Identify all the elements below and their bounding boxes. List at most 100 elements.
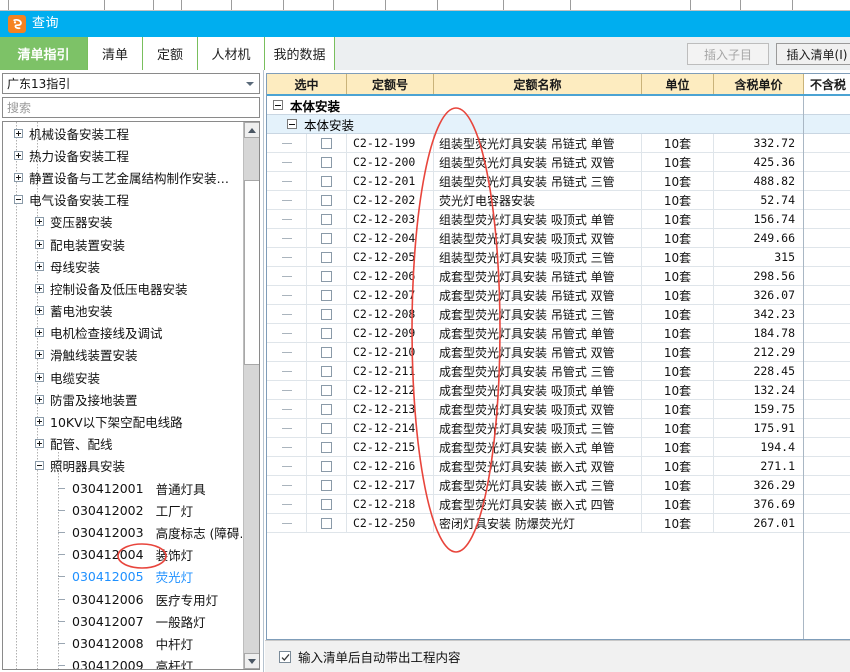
table-row[interactable]: C2-12-217 成套型荧光灯具安装 嵌入式 三管 10套 326.29 <box>267 476 850 495</box>
tree-scrollbar[interactable] <box>243 122 259 669</box>
group-collapse-icon[interactable] <box>273 100 283 110</box>
tree-item[interactable]: 母线安装 <box>3 255 242 277</box>
tree-expand-icon[interactable] <box>35 217 44 227</box>
row-select-checkbox[interactable] <box>307 381 347 399</box>
grid-group-row[interactable]: 本体安装 <box>267 115 850 134</box>
table-row[interactable]: C2-12-210 成套型荧光灯具安装 吊管式 双管 10套 212.29 <box>267 343 850 362</box>
tree-item[interactable]: 蓄电池安装 <box>3 300 242 322</box>
row-select-checkbox[interactable] <box>307 153 347 171</box>
tree-item[interactable]: 控制设备及低压电器安装 <box>3 277 242 299</box>
group-collapse-icon[interactable] <box>287 119 297 129</box>
row-select-checkbox[interactable] <box>307 476 347 494</box>
grid-column-header-select[interactable]: 选中 <box>267 74 347 94</box>
tree-expand-icon[interactable] <box>35 306 44 316</box>
tree-item[interactable]: 滑触线装置安装 <box>3 344 242 366</box>
tree-item[interactable]: 配管、配线 <box>3 433 242 455</box>
tree-item[interactable]: 机械设备安装工程 <box>3 122 242 144</box>
row-select-checkbox[interactable] <box>307 172 347 190</box>
table-row[interactable]: C2-12-208 成套型荧光灯具安装 吊链式 三管 10套 342.23 <box>267 305 850 324</box>
row-select-checkbox[interactable] <box>307 362 347 380</box>
tree-expand-icon[interactable] <box>35 350 44 360</box>
tree-expand-icon[interactable] <box>35 394 44 404</box>
table-row[interactable]: C2-12-212 成套型荧光灯具安装 吸顶式 单管 10套 132.24 <box>267 381 850 400</box>
row-select-checkbox[interactable] <box>307 229 347 247</box>
row-select-checkbox[interactable] <box>307 514 347 532</box>
table-row[interactable]: C2-12-206 成套型荧光灯具安装 吊链式 单管 10套 298.56 <box>267 267 850 286</box>
tree-item[interactable]: 030412006 医疗专用灯 <box>3 588 242 610</box>
row-select-checkbox[interactable] <box>307 419 347 437</box>
row-select-checkbox[interactable] <box>307 286 347 304</box>
tab-qingdan[interactable]: 清单 <box>88 37 143 70</box>
table-row[interactable]: C2-12-207 成套型荧光灯具安装 吊链式 双管 10套 326.07 <box>267 286 850 305</box>
tree-expand-icon[interactable] <box>35 239 44 249</box>
tab-dinge[interactable]: 定额 <box>143 37 198 70</box>
tree-item[interactable]: 电缆安装 <box>3 366 242 388</box>
table-row[interactable]: C2-12-218 成套型荧光灯具安装 嵌入式 四管 10套 376.69 <box>267 495 850 514</box>
grid-column-header-name[interactable]: 定额名称 <box>434 74 642 94</box>
library-select[interactable]: 广东13指引 <box>2 73 260 94</box>
table-row[interactable]: C2-12-216 成套型荧光灯具安装 嵌入式 双管 10套 271.1 <box>267 457 850 476</box>
tree-item[interactable]: 030412009 高杆灯 <box>3 655 242 669</box>
grid-column-header-price[interactable]: 含税单价 <box>714 74 804 94</box>
row-select-checkbox[interactable] <box>307 438 347 456</box>
tab-rencaiji[interactable]: 人材机 <box>198 37 265 70</box>
tree-collapse-icon[interactable] <box>14 195 23 205</box>
tree-expand-icon[interactable] <box>14 150 23 160</box>
row-select-checkbox[interactable] <box>307 343 347 361</box>
table-row[interactable]: C2-12-200 组装型荧光灯具安装 吊链式 双管 10套 425.36 <box>267 153 850 172</box>
tree-item[interactable]: 电机检查接线及调试 <box>3 322 242 344</box>
tree-expand-icon[interactable] <box>14 128 23 138</box>
tree-scrollbar-thumb[interactable] <box>244 180 259 365</box>
row-select-checkbox[interactable] <box>307 324 347 342</box>
tree-item[interactable]: 030412005 荧光灯 <box>3 566 242 588</box>
row-select-checkbox[interactable] <box>307 210 347 228</box>
tree-item[interactable]: 030412008 中杆灯 <box>3 632 242 654</box>
row-select-checkbox[interactable] <box>307 305 347 323</box>
grid-column-header-netprice[interactable]: 不含税 <box>804 74 850 94</box>
table-row[interactable]: C2-12-209 成套型荧光灯具安装 吊管式 单管 10套 184.78 <box>267 324 850 343</box>
tree-expand-icon[interactable] <box>35 417 44 427</box>
tree-item[interactable]: 热力设备安装工程 <box>3 144 242 166</box>
row-select-checkbox[interactable] <box>307 248 347 266</box>
category-tree[interactable]: 机械设备安装工程 热力设备安装工程 静置设备与工艺金属结构制作安装… 电气设备安装工程… <box>3 122 242 669</box>
tree-item[interactable]: 030412004 装饰灯 <box>3 544 242 566</box>
table-row[interactable]: C2-12-213 成套型荧光灯具安装 吸顶式 双管 10套 159.75 <box>267 400 850 419</box>
tree-expand-icon[interactable] <box>35 328 44 338</box>
tree-item[interactable]: 030412001 普通灯具 <box>3 477 242 499</box>
grid-column-header-unit[interactable]: 单位 <box>642 74 714 94</box>
table-row[interactable]: C2-12-205 组装型荧光灯具安装 吸顶式 三管 10套 315 <box>267 248 850 267</box>
insert-list-button[interactable]: 插入清单(I) <box>776 43 850 65</box>
grid-body[interactable]: C2-12-199 组装型荧光灯具安装 吊链式 单管 10套 332.72 C2-12-… <box>267 134 850 533</box>
tree-item[interactable]: 10KV以下架空配电线路 <box>3 410 242 432</box>
insert-subitem-button[interactable]: 插入子目 <box>687 43 769 65</box>
row-select-checkbox[interactable] <box>307 457 347 475</box>
search-input[interactable]: 搜索 <box>2 97 260 118</box>
table-row[interactable]: C2-12-202 荧光灯电容器安装 10套 52.74 <box>267 191 850 210</box>
tree-expand-icon[interactable] <box>35 283 44 293</box>
tree-item[interactable]: 配电装置安装 <box>3 233 242 255</box>
auto-fill-checkbox[interactable] <box>279 650 291 663</box>
tree-scroll-down-button[interactable] <box>244 653 259 669</box>
tree-expand-icon[interactable] <box>35 261 44 271</box>
tree-expand-icon[interactable] <box>14 172 23 182</box>
tab-wodeshuju[interactable]: 我的数据 <box>265 37 335 70</box>
tree-item[interactable]: 变压器安装 <box>3 211 242 233</box>
tree-item[interactable]: 030412003 高度标志 (障碍… <box>3 521 242 543</box>
grid-column-header-code[interactable]: 定额号 <box>347 74 434 94</box>
row-select-checkbox[interactable] <box>307 134 347 152</box>
table-row[interactable]: C2-12-203 组装型荧光灯具安装 吸顶式 单管 10套 156.74 <box>267 210 850 229</box>
tree-expand-icon[interactable] <box>35 372 44 382</box>
grid-group-row[interactable]: 本体安装 <box>267 96 850 115</box>
table-row[interactable]: C2-12-214 成套型荧光灯具安装 吸顶式 三管 10套 175.91 <box>267 419 850 438</box>
table-row[interactable]: C2-12-204 组装型荧光灯具安装 吸顶式 双管 10套 249.66 <box>267 229 850 248</box>
tab-qingdan-zhiyin[interactable]: 清单指引 <box>0 37 88 70</box>
table-row[interactable]: C2-12-211 成套型荧光灯具安装 吊管式 三管 10套 228.45 <box>267 362 850 381</box>
tree-expand-icon[interactable] <box>35 439 44 449</box>
row-select-checkbox[interactable] <box>307 495 347 513</box>
table-row[interactable]: C2-12-199 组装型荧光灯具安装 吊链式 单管 10套 332.72 <box>267 134 850 153</box>
tree-item[interactable]: 030412002 工厂灯 <box>3 499 242 521</box>
table-row[interactable]: C2-12-215 成套型荧光灯具安装 嵌入式 单管 10套 194.4 <box>267 438 850 457</box>
tree-collapse-icon[interactable] <box>35 461 44 471</box>
row-select-checkbox[interactable] <box>307 267 347 285</box>
table-row[interactable]: C2-12-250 密闭灯具安装 防爆荧光灯 10套 267.01 <box>267 514 850 533</box>
